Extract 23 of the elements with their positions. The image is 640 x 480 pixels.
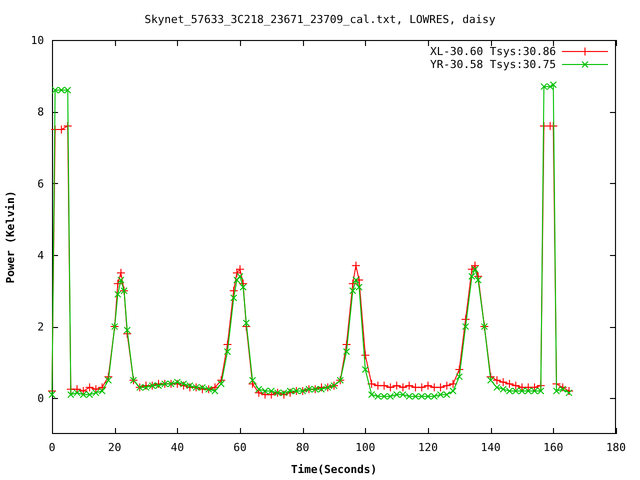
axis-label: Power (Kelvin) (4, 190, 17, 284)
legend-swatch (562, 47, 608, 56)
tick-label: 2 (37, 320, 44, 334)
tick-label: 120 (418, 441, 438, 454)
tick-label: 6 (37, 177, 44, 190)
axis-label: Time(Seconds) (290, 463, 378, 476)
tick-label: 10 (30, 34, 44, 47)
chart-title: Skynet_57633_3C218_23671_23709_cal.txt, LOWRES, daisy (144, 13, 496, 26)
tick-label: 60 (233, 441, 247, 454)
tick-label: 100 (355, 441, 376, 454)
tick-label: 8 (37, 106, 44, 119)
tick-label: 20 (108, 441, 122, 454)
legend-label: XL-30.60 Tsys:30.86 (430, 45, 556, 58)
tick-label: 0 (37, 392, 44, 406)
legend-label: YR-30.58 Tsys:30.75 (430, 58, 556, 71)
tick-label: 180 (606, 441, 626, 454)
tick-label: 80 (296, 441, 310, 454)
tick-label: 160 (543, 441, 564, 454)
tick-label: 40 (170, 441, 184, 454)
tick-label: 4 (37, 248, 44, 262)
tick-label: 140 (480, 441, 501, 454)
tick-label: 0 (48, 441, 56, 454)
legend-swatch (562, 60, 608, 69)
